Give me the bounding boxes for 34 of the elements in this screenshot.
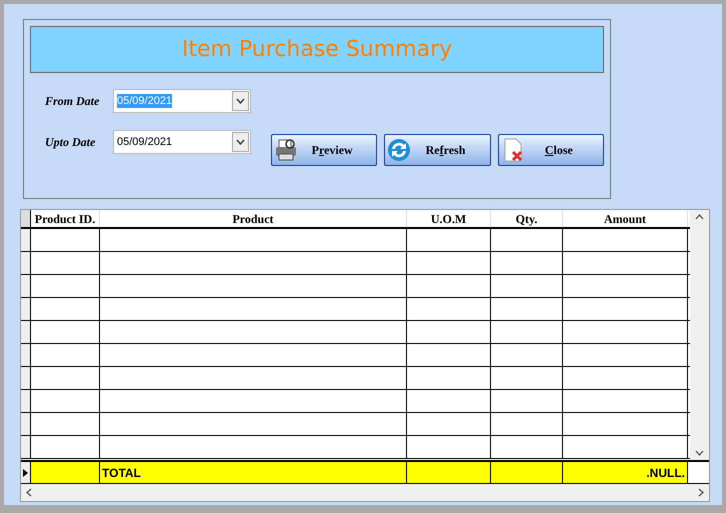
refresh-icon [387, 138, 412, 162]
row-selector[interactable] [21, 462, 31, 483]
scroll-down-icon[interactable] [695, 450, 704, 456]
field-label: Upto Date [45, 134, 96, 151]
column-header[interactable]: Amount [563, 210, 688, 227]
row-selector[interactable] [21, 413, 31, 435]
form-title: Item Purchase Summary [182, 36, 452, 64]
column-header[interactable]: Product [100, 210, 407, 227]
column-header[interactable]: Product ID. [31, 210, 100, 227]
preview-button[interactable]: Preview [271, 134, 378, 166]
date-dropdown[interactable]: 05/09/2021 [113, 130, 251, 154]
field-label: From Date [45, 93, 100, 110]
row-selector[interactable] [21, 210, 31, 227]
column-header[interactable]: Qty. [491, 210, 563, 227]
table-cell: .NULL. [563, 462, 688, 483]
printer-icon [274, 138, 298, 162]
row-selector[interactable] [21, 252, 31, 274]
row-selector[interactable] [21, 298, 31, 320]
row-selector[interactable] [21, 390, 31, 412]
row-selector[interactable] [21, 275, 31, 297]
row-selector[interactable] [21, 436, 31, 458]
scroll-right-icon[interactable] [698, 488, 704, 497]
refresh-button[interactable]: Refresh [384, 134, 491, 166]
date-value: 05/09/2021 [117, 135, 172, 149]
row-selector[interactable] [21, 344, 31, 366]
column-header[interactable]: U.O.M [407, 210, 491, 227]
scroll-left-icon[interactable] [26, 488, 32, 497]
table-cell: TOTAL [100, 462, 407, 483]
scroll-up-icon[interactable] [695, 214, 704, 220]
row-selector[interactable] [21, 321, 31, 343]
date-value: 05/09/2021 [117, 94, 172, 108]
row-selector[interactable] [21, 367, 31, 389]
row-selector[interactable] [21, 229, 31, 251]
close-button[interactable]: Close [498, 134, 604, 166]
